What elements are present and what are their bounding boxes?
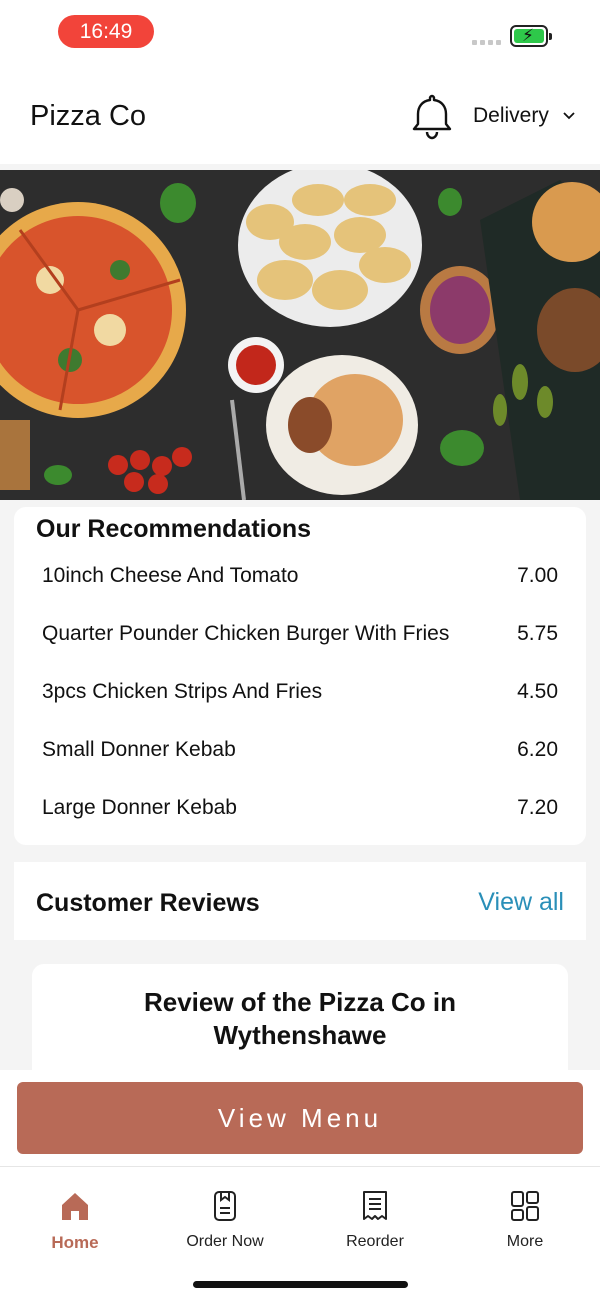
tab-label: Home bbox=[51, 1233, 99, 1252]
tab-home[interactable]: Home bbox=[15, 1189, 135, 1253]
recommendation-item[interactable]: 3pcs Chicken Strips And Fries 4.50 bbox=[42, 680, 558, 704]
tab-bar: Home Order Now Reorder More bbox=[0, 1166, 600, 1298]
view-all-link[interactable]: View all bbox=[478, 888, 564, 917]
tab-label: Order Now bbox=[186, 1233, 264, 1250]
app-header: Pizza Co Delivery bbox=[0, 64, 600, 164]
item-name: 10inch Cheese And Tomato bbox=[42, 564, 299, 587]
signal-icon bbox=[472, 40, 501, 45]
tab-label: Reorder bbox=[346, 1233, 404, 1250]
chevron-down-icon bbox=[563, 112, 575, 120]
recommendation-item[interactable]: Small Donner Kebab 6.20 bbox=[42, 738, 558, 762]
item-name: 3pcs Chicken Strips And Fries bbox=[42, 680, 323, 703]
view-menu-button[interactable]: View Menu bbox=[17, 1082, 583, 1154]
receipt-icon bbox=[363, 1191, 387, 1220]
order-mode-dropdown[interactable]: Delivery bbox=[473, 104, 575, 128]
order-mode-label: Delivery bbox=[473, 104, 549, 127]
item-name: Quarter Pounder Chicken Burger With Frie… bbox=[42, 622, 450, 645]
recommendation-item[interactable]: 10inch Cheese And Tomato 7.00 bbox=[42, 564, 558, 588]
home-icon bbox=[62, 1193, 88, 1220]
cta-area: View Menu bbox=[0, 1070, 600, 1166]
recommendations-card: Our Recommendations 10inch Cheese And To… bbox=[14, 507, 586, 845]
item-price: 4.50 bbox=[517, 680, 558, 703]
item-name: Small Donner Kebab bbox=[42, 738, 236, 761]
recommendation-item[interactable]: Large Donner Kebab 7.20 bbox=[42, 796, 558, 820]
reviews-header: Customer Reviews View all bbox=[14, 862, 586, 940]
tab-reorder[interactable]: Reorder bbox=[315, 1189, 435, 1251]
order-icon bbox=[214, 1191, 236, 1221]
item-name: Large Donner Kebab bbox=[42, 796, 237, 819]
recommendations-title: Our Recommendations bbox=[36, 515, 312, 543]
hero-food-image bbox=[0, 170, 600, 500]
item-price: 7.00 bbox=[517, 564, 558, 587]
tab-label: More bbox=[506, 1233, 544, 1250]
tab-order-now[interactable]: Order Now bbox=[165, 1189, 285, 1251]
grid-icon bbox=[511, 1191, 539, 1221]
reviews-title: Customer Reviews bbox=[36, 889, 260, 917]
status-bar: 16:49 ⚡ bbox=[0, 0, 600, 64]
review-title: Review of the Pizza Co in Wythenshawe bbox=[143, 987, 457, 1050]
status-time: 16:49 bbox=[58, 15, 154, 48]
battery-icon: ⚡ bbox=[510, 25, 552, 47]
tab-more[interactable]: More bbox=[465, 1189, 585, 1251]
item-price: 5.75 bbox=[517, 622, 558, 645]
home-indicator bbox=[193, 1281, 408, 1288]
bell-icon[interactable] bbox=[410, 92, 454, 140]
recommendation-item[interactable]: Quarter Pounder Chicken Burger With Frie… bbox=[42, 622, 558, 646]
item-price: 6.20 bbox=[517, 738, 558, 761]
item-price: 7.20 bbox=[517, 796, 558, 819]
brand-title: Pizza Co bbox=[30, 100, 147, 132]
